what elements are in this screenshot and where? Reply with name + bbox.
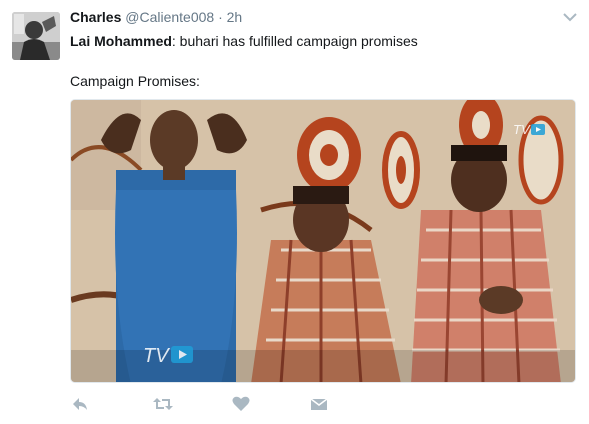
tweet-card: Charles @Caliente008 · 2h Lai Mohammed: …	[0, 0, 589, 424]
tweet-text-line-1: Lai Mohammed: buhari has fulfilled campa…	[70, 31, 570, 51]
tweet-text-line-2: Campaign Promises:	[70, 73, 200, 89]
reply-icon[interactable]	[70, 394, 90, 414]
tweet-media-image[interactable]: TV TV	[70, 99, 576, 383]
author-name[interactable]: Charles	[70, 9, 121, 25]
tweet-text: Lai Mohammed: buhari has fulfilled campa…	[70, 31, 570, 91]
heart-icon[interactable]	[231, 394, 251, 414]
envelope-icon[interactable]	[309, 394, 329, 414]
svg-text:TV: TV	[513, 122, 531, 137]
tweet-text-rest: : buhari has fulfilled campaign promises	[171, 33, 418, 49]
chevron-down-icon[interactable]	[562, 10, 578, 24]
author-handle[interactable]: @Caliente008	[125, 9, 214, 25]
media-photo: TV TV	[71, 100, 575, 382]
header-separator: ·	[218, 9, 223, 25]
avatar-image	[12, 12, 60, 60]
tv-watermark-top: TV	[513, 122, 545, 137]
avatar[interactable]	[12, 12, 60, 60]
retweet-icon[interactable]	[152, 394, 174, 414]
tweet-timestamp[interactable]: 2h	[227, 9, 243, 25]
mention-name: Lai Mohammed	[70, 33, 172, 49]
media-watermark-text: TV	[143, 345, 170, 367]
tweet-actions	[70, 394, 370, 416]
tweet-header: Charles @Caliente008 · 2h	[70, 9, 242, 25]
